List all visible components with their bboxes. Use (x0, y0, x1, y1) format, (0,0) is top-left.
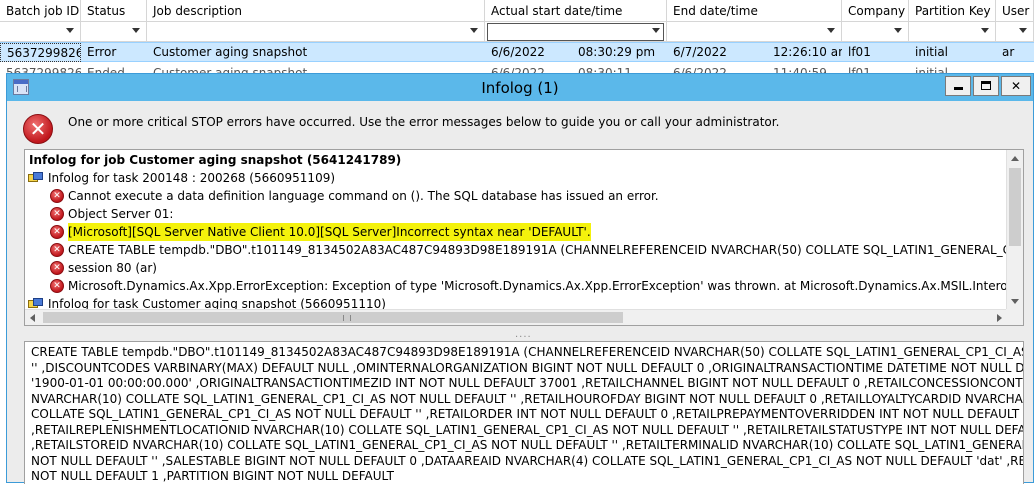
scroll-thumb[interactable] (43, 312, 623, 323)
column-header-status[interactable]: Status (81, 0, 147, 22)
grid-filter-row (0, 22, 1034, 42)
tree-root-label: Infolog for job Customer aging snapshot … (29, 153, 402, 167)
horizontal-scrollbar[interactable] (25, 309, 1007, 325)
filter-status[interactable] (81, 22, 147, 42)
tree-error-label: session 80 (ar) (68, 261, 157, 275)
cell-start-time[interactable]: 08:30:29 pm (572, 43, 667, 62)
dropdown-arrow-icon (827, 28, 835, 33)
detail-line: '' ,DISCOUNTCODES VARBINARY(MAX) DEFAULT… (31, 360, 1024, 375)
detail-line: '1900-01-01 00:00:00.000' ,ORIGINALTRANS… (31, 376, 1024, 390)
infolog-window: Infolog (1) ✕ ✕ One or more critical STO… (6, 73, 1034, 484)
error-icon: ✕ (50, 225, 64, 239)
tree-error-label: CREATE TABLE tempdb."DBO".t101149_813450… (68, 243, 1007, 257)
error-icon: ✕ (50, 261, 64, 275)
column-header-job-description[interactable]: Job description (147, 0, 485, 22)
detail-line: NVARCHAR(10) COLLATE SQL_LATIN1_GENERAL_… (31, 391, 1024, 406)
column-header-actual-start[interactable]: Actual start date/time (485, 0, 667, 22)
filter-job-description[interactable] (147, 22, 485, 42)
filter-partition-key[interactable] (909, 22, 996, 42)
dropdown-arrow-icon (66, 28, 74, 33)
error-icon: ✕ (50, 189, 64, 203)
scroll-thumb[interactable] (1009, 168, 1021, 246)
dropdown-arrow-icon (981, 28, 989, 33)
vertical-scrollbar[interactable] (1006, 150, 1023, 310)
minimize-button[interactable] (945, 76, 971, 96)
title-bar[interactable]: Infolog (1) ✕ (7, 74, 1033, 101)
column-header-batch-job-id[interactable]: Batch job ID (0, 0, 81, 22)
filter-batch-job-id[interactable] (0, 22, 81, 42)
error-icon: ✕ (50, 279, 64, 293)
filter-actual-start[interactable] (485, 22, 667, 42)
cell-user[interactable]: ar (996, 43, 1034, 62)
cell-end-time[interactable]: 12:26:10 am (767, 43, 842, 62)
tree-task-label: Infolog for task 200148 : 200268 (566095… (48, 171, 336, 185)
filter-user[interactable] (996, 22, 1034, 42)
table-row[interactable]: 5637299826 Error Customer aging snapshot… (0, 42, 1034, 62)
dropdown-arrow-icon (132, 28, 140, 33)
cell-batch-job-id[interactable]: 5637299826 (0, 43, 81, 62)
column-header-end-date[interactable]: End date/time (667, 0, 842, 22)
detail-line: NOT NULL DEFAULT '' ,SALESTABLE BIGINT N… (31, 453, 1024, 468)
dropdown-arrow-icon (1019, 28, 1027, 33)
grid-header: Batch job ID Status Job description Actu… (0, 0, 1034, 22)
error-icon: ✕ (23, 114, 53, 144)
filter-box (487, 23, 664, 41)
scroll-up-icon[interactable] (1011, 156, 1019, 161)
detail-line: COLLATE SQL_LATIN1_GENERAL_CP1_CI_AS NOT… (31, 407, 1024, 421)
cell-company[interactable]: lf01 (842, 43, 909, 62)
detail-line: ,RETAILREPLENISHMENTLOCATIONID NVARCHAR(… (31, 422, 1024, 437)
column-header-company[interactable]: Company (842, 0, 909, 22)
maximize-icon (981, 81, 991, 90)
tree-error-label: Microsoft.Dynamics.Ax.Xpp.ErrorException… (68, 279, 1007, 293)
error-icon: ✕ (50, 207, 64, 221)
tree-task-label: Infolog for task Customer aging snapshot… (48, 297, 386, 310)
tree-content: Infolog for job Customer aging snapshot … (25, 150, 1007, 310)
detail-line: ,RETAILSTOREID NVARCHAR(10) COLLATE SQL_… (31, 438, 1024, 452)
close-button[interactable]: ✕ (1001, 76, 1031, 96)
cell-job-description[interactable]: Customer aging snapshot (147, 43, 485, 62)
tree-error-label: Object Server 01: (68, 207, 174, 221)
grip-icon (343, 315, 351, 321)
detail-line: CREATE TABLE tempdb."DBO".t101149_813450… (31, 345, 1024, 359)
column-header-partition-key[interactable]: Partition Key (909, 0, 996, 22)
infolog-tree: Infolog for job Customer aging snapshot … (24, 149, 1024, 326)
scroll-left-icon[interactable] (30, 314, 35, 322)
cell-partition-key[interactable]: initial (909, 43, 996, 62)
dropdown-arrow-icon (894, 28, 902, 33)
minimize-icon (953, 87, 963, 90)
maximize-button[interactable] (973, 76, 999, 96)
scroll-down-icon[interactable] (1011, 299, 1019, 304)
dropdown-arrow-icon (470, 28, 478, 33)
close-icon: ✕ (1010, 79, 1022, 93)
scrollbar-corner (1006, 309, 1023, 325)
error-message: One or more critical STOP errors have oc… (68, 115, 780, 129)
cell-start-date[interactable]: 6/6/2022 (485, 43, 575, 62)
filter-end-date[interactable] (667, 22, 842, 42)
panel-splitter[interactable]: .... (515, 329, 532, 340)
message-detail-panel: CREATE TABLE tempdb."DBO".t101149_813450… (24, 341, 1024, 484)
tree-error-label: Cannot execute a data definition languag… (68, 189, 659, 203)
cell-end-date[interactable]: 6/7/2022 (667, 43, 767, 62)
tree-error-label: [Microsoft][SQL Server Native Client 10.… (68, 223, 591, 241)
filter-company[interactable] (842, 22, 909, 42)
scroll-right-icon[interactable] (997, 314, 1002, 322)
batch-job-grid: Batch job ID Status Job description Actu… (0, 0, 1034, 80)
detail-line: NOT NULL DEFAULT 1 ,PARTITION BIGINT NOT… (31, 469, 394, 483)
column-header-user[interactable]: User I (996, 0, 1034, 22)
window-title: Infolog (1) (481, 79, 559, 97)
error-icon: ✕ (50, 243, 64, 257)
cell-status[interactable]: Error (81, 43, 147, 62)
task-icon (28, 172, 44, 184)
dropdown-arrow-icon (652, 28, 660, 33)
